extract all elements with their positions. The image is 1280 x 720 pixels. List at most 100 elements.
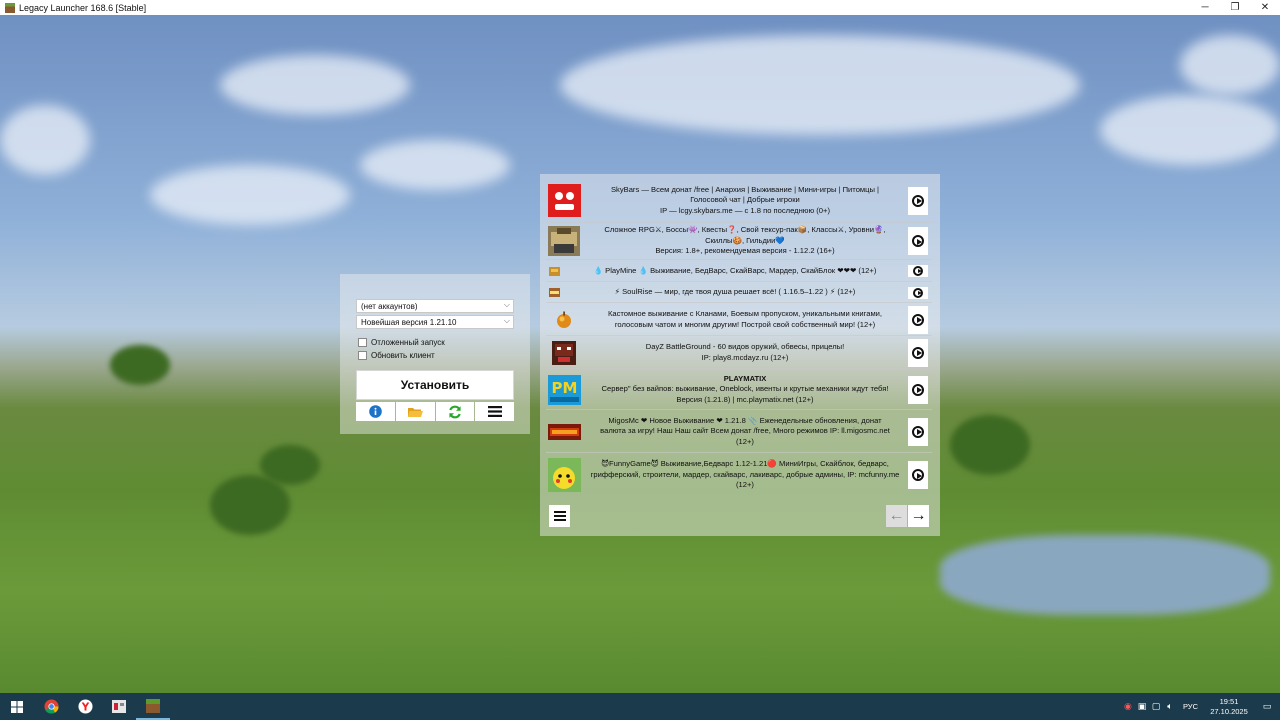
app-window-icon <box>112 700 126 713</box>
next-page-button[interactable]: → <box>908 505 929 527</box>
server-line: Скиллы🍪, Гильдии💙 <box>705 235 785 245</box>
server-row[interactable]: ⚡ SoulRise — мир, где твоя душа решает в… <box>546 283 932 303</box>
window-titlebar: Legacy Launcher 168.6 [Stable] ─ ❐ ✕ <box>0 0 1280 15</box>
server-description: DayZ BattleGround - 60 видов оружий, обв… <box>582 342 908 363</box>
checkbox-box[interactable] <box>358 338 367 347</box>
folder-button[interactable] <box>395 402 435 421</box>
prev-page-button[interactable]: ← <box>886 505 907 527</box>
menu-button[interactable] <box>475 402 514 421</box>
server-line: Сложное RPG⚔, Боссы👾, Квесты❓, Свой текс… <box>604 225 886 235</box>
account-select[interactable]: (нет аккаунтов) ⌵ <box>356 299 514 313</box>
chrome-taskbar-button[interactable] <box>34 693 68 720</box>
migosmc-logo <box>546 423 582 440</box>
server-line: (12+) <box>736 436 754 446</box>
launcher-taskbar-button[interactable] <box>136 693 170 720</box>
svg-text:PM: PM <box>551 379 577 397</box>
funnygame-logo <box>546 458 582 492</box>
launcher-panel: (нет аккаунтов) ⌵ Новейшая версия 1.21.1… <box>340 274 530 434</box>
play-button[interactable] <box>908 265 928 277</box>
server-line: PLAYMATIX <box>723 373 767 383</box>
language-indicator[interactable]: РУС <box>1183 702 1198 711</box>
server-line: 💧 PlayMine 💧 Выживание, БедВарс, СкайВар… <box>593 265 877 275</box>
server-description: 😈FunnyGame😈 Выживание,Бедварс 1.12-1.21🔴… <box>582 459 908 491</box>
chevron-down-icon: ⌵ <box>503 316 510 325</box>
server-row[interactable]: MigosMc ❤ Новое Выживание ❤ 1.21.8 📎 Еже… <box>546 411 932 453</box>
menu-icon-bar <box>553 515 566 517</box>
yandex-browser-icon: Y <box>77 699 93 714</box>
server-line: MigosMc ❤ Новое Выживание ❤ 1.21.8 📎 Еже… <box>608 415 882 425</box>
install-button[interactable]: Установить <box>356 370 514 400</box>
chrome-icon <box>43 699 59 714</box>
info-button[interactable] <box>356 402 395 421</box>
server-line: DayZ BattleGround - 60 видов оружий, обв… <box>645 342 845 351</box>
server-row[interactable]: PM PLAYMATIX Сервер" без вайпов: выживан… <box>546 370 932 410</box>
play-icon <box>913 266 923 276</box>
checkbox-box[interactable] <box>358 351 367 360</box>
delayed-launch-checkbox[interactable]: Отложенный запуск <box>358 338 445 347</box>
network-icon[interactable]: ▣ <box>1135 701 1149 712</box>
server-row[interactable]: SkyBars — Всем донат /free | Анархия | В… <box>546 179 932 223</box>
play-icon <box>912 346 924 359</box>
window-title: Legacy Launcher 168.6 [Stable] <box>19 2 147 13</box>
playmine-logo <box>546 266 562 276</box>
play-button[interactable] <box>908 338 928 367</box>
server-row[interactable]: 😈FunnyGame😈 Выживание,Бедварс 1.12-1.21🔴… <box>546 454 932 496</box>
server-line: Голосовой чат | Добрые игроки <box>690 195 800 205</box>
server-line: (12+) <box>736 480 754 490</box>
server-row[interactable]: 💧 PlayMine 💧 Выживание, БедВарс, СкайВар… <box>546 261 932 282</box>
play-button[interactable] <box>908 461 928 489</box>
server-line: голосовым чатом и многим другим! Построй… <box>614 319 876 329</box>
clock[interactable]: 19:51 27.10.2025 <box>1204 697 1254 717</box>
version-select[interactable]: Новейшая версия 1.21.10 ⌵ <box>356 315 514 329</box>
play-icon <box>913 287 923 298</box>
server-list-panel: SkyBars — Всем донат /free | Анархия | В… <box>540 174 940 536</box>
play-icon <box>912 194 924 207</box>
server-line: валюта за игру! Наш Наш сайт Всем донат … <box>600 426 890 436</box>
minimize-button[interactable]: ─ <box>1190 0 1220 15</box>
maximize-button[interactable]: ❐ <box>1220 0 1250 15</box>
launcher-toolbar <box>356 402 514 421</box>
server-list-menu-button[interactable] <box>549 505 570 527</box>
soulrise-logo <box>546 288 562 297</box>
update-client-checkbox[interactable]: Обновить клиент <box>358 351 435 360</box>
chat-icon[interactable]: ▢ <box>1149 701 1163 712</box>
start-button[interactable] <box>0 693 34 720</box>
menu-icon-bar <box>553 511 566 513</box>
dayz-logo <box>546 340 582 365</box>
server-row[interactable]: DayZ BattleGround - 60 видов оружий, обв… <box>546 337 932 369</box>
rpg-logo <box>546 226 582 256</box>
info-icon <box>369 405 382 418</box>
server-description: PLAYMATIX Сервер" без вайпов: выживание,… <box>582 374 908 406</box>
play-button[interactable] <box>908 417 928 446</box>
apple-logo <box>546 311 582 329</box>
refresh-button[interactable] <box>435 402 475 421</box>
system-tray: ◉ ▣ ▢ 🔈︎ РУС 19:51 27.10.2025 ▭ <box>1121 693 1280 720</box>
play-button[interactable] <box>908 305 928 334</box>
volume-icon[interactable]: 🔈︎ <box>1163 701 1177 712</box>
notification-icon[interactable]: ▭ <box>1254 701 1280 712</box>
grass-block-icon <box>146 698 160 713</box>
server-description: 💧 PlayMine 💧 Выживание, БедВарс, СкайВар… <box>562 266 908 277</box>
play-button[interactable] <box>908 375 928 404</box>
play-icon <box>912 235 924 247</box>
app-taskbar-button[interactable] <box>102 693 136 720</box>
server-line: грифферский, строители, мардер, скайварс… <box>590 469 900 479</box>
yandex-taskbar-button[interactable]: Y <box>68 693 102 720</box>
server-line: IP — lcgy.skybars.me — с 1.8 по последню… <box>659 205 830 215</box>
skybars-logo <box>546 184 582 217</box>
play-icon <box>912 383 924 396</box>
server-line: Сервер" без вайпов: выживание, Oneblock,… <box>601 384 889 394</box>
version-select-value: Новейшая версия 1.21.10 <box>361 317 457 327</box>
server-line: Версия: 1.8+, рекомендуемая версия - 1.1… <box>655 246 835 256</box>
svg-text:Y: Y <box>80 701 89 713</box>
play-button[interactable] <box>908 227 928 255</box>
server-row[interactable]: Сложное RPG⚔, Боссы👾, Квесты❓, Свой текс… <box>546 223 932 260</box>
play-button[interactable] <box>908 186 928 215</box>
server-row[interactable]: Кастомное выживание с Кланами, Боевым пр… <box>546 304 932 336</box>
close-button[interactable]: ✕ <box>1250 0 1280 15</box>
folder-icon <box>407 407 423 417</box>
server-description: MigosMc ❤ Новое Выживание ❤ 1.21.8 📎 Еже… <box>582 416 908 448</box>
play-button[interactable] <box>908 286 928 299</box>
server-line: Версия (1.21.8) | mc.playmatix.net (12+) <box>676 394 814 404</box>
record-icon[interactable]: ◉ <box>1121 701 1135 712</box>
